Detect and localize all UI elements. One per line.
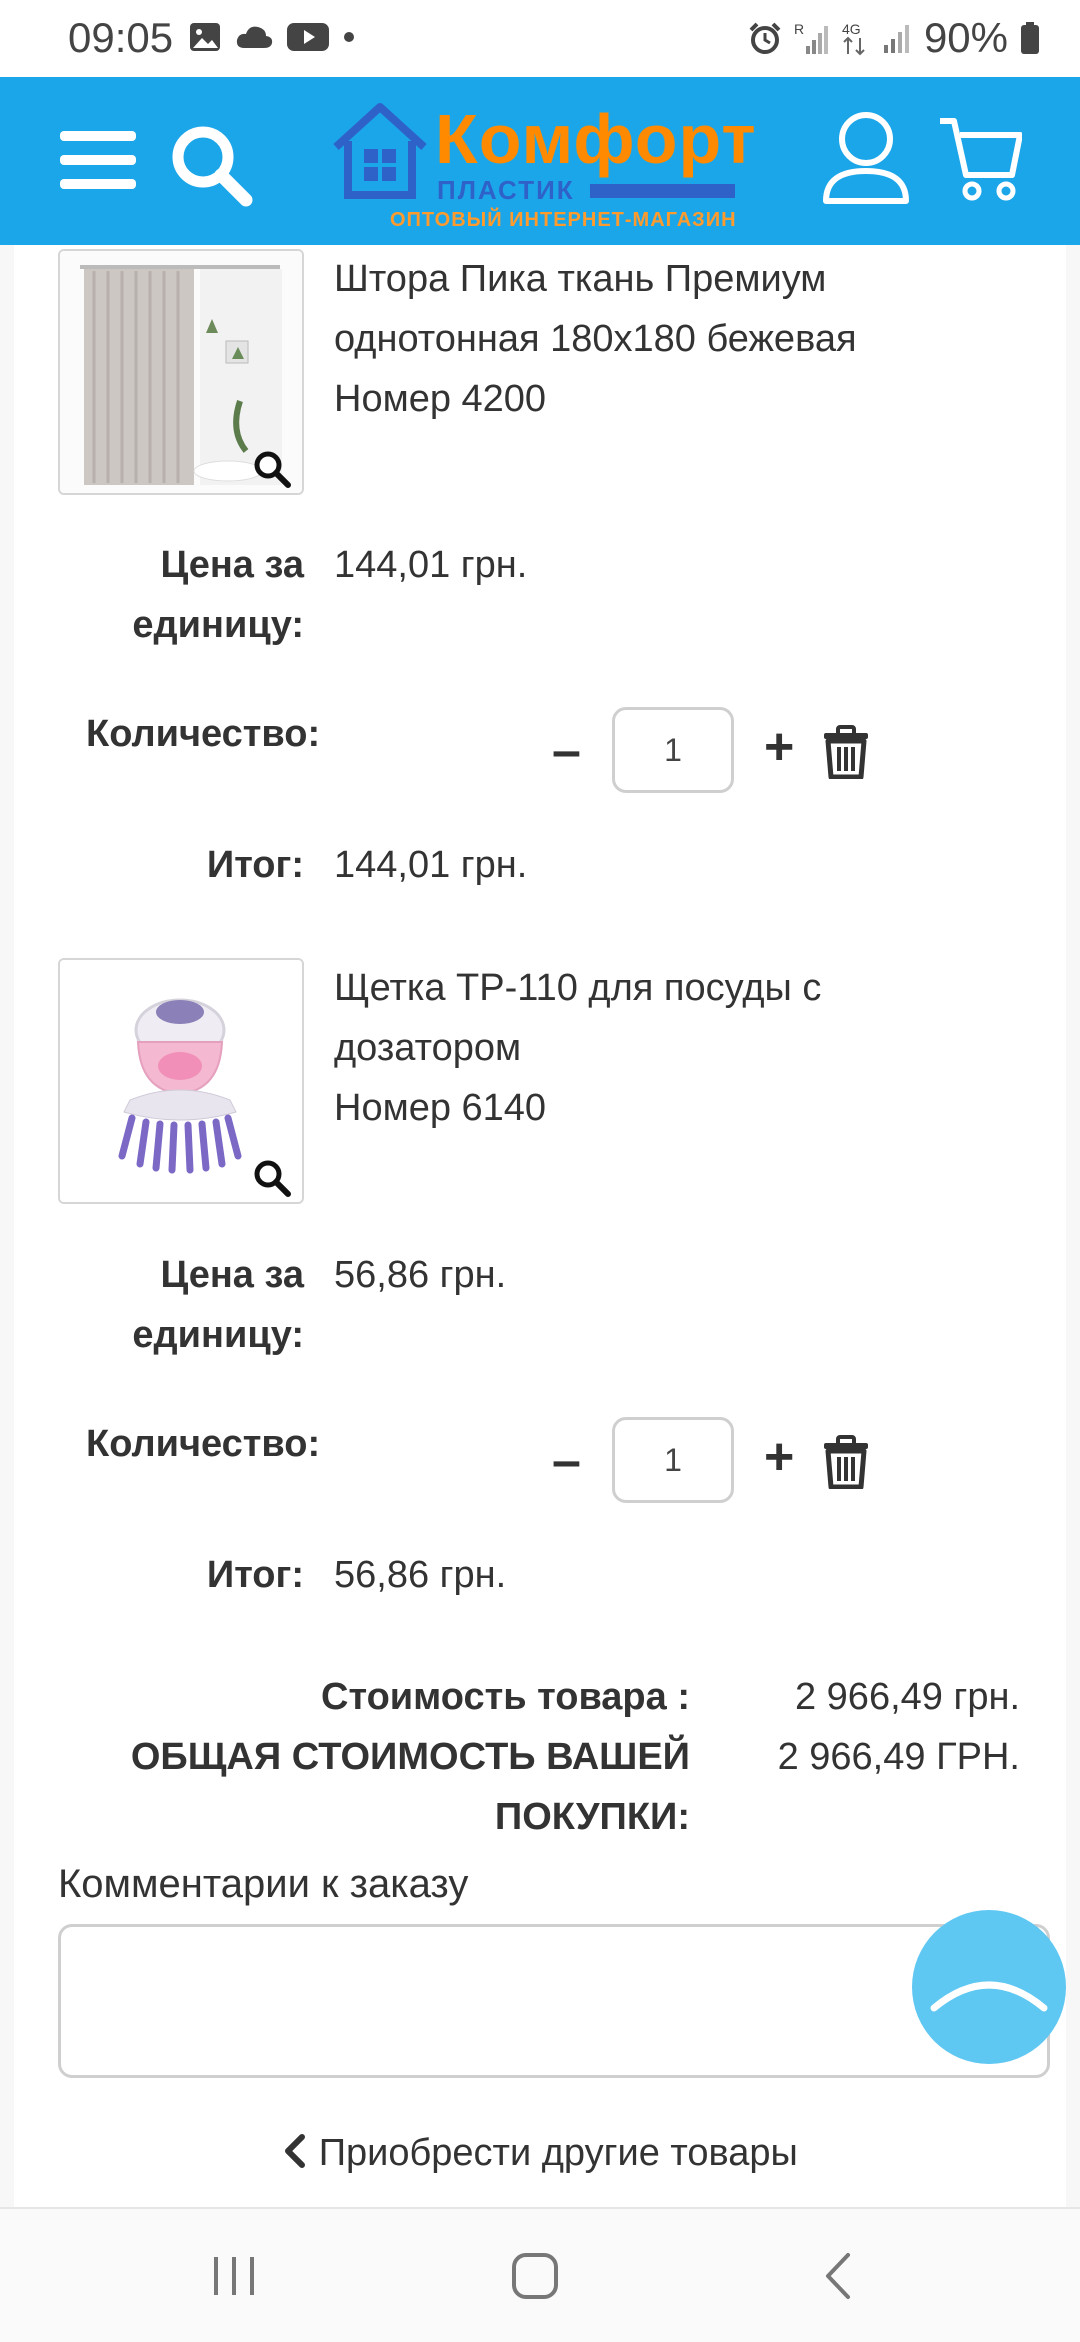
zoom-icon[interactable] xyxy=(252,449,292,489)
increase-quantity-button[interactable]: + xyxy=(764,1427,794,1487)
youtube-icon xyxy=(287,23,329,51)
cloud-icon xyxy=(236,26,273,48)
quantity-input[interactable]: 1 xyxy=(612,1417,734,1503)
quantity-input[interactable]: 1 xyxy=(612,707,734,793)
label-line: Цена за xyxy=(160,544,304,586)
signal-r-icon: R xyxy=(794,21,828,54)
product-number: Номер 6140 xyxy=(334,1087,547,1129)
continue-shopping-label[interactable]: Приобрести другие товары xyxy=(319,2132,798,2174)
svg-text:R: R xyxy=(794,21,804,37)
scroll-top-button[interactable] xyxy=(912,1910,1066,2064)
total-label: Итог: xyxy=(206,1554,304,1596)
grand-total-label: ОБЩАЯ СТОИМОСТЬ ВАШЕЙ ПОКУПКИ: xyxy=(131,1727,690,1847)
quantity-label: Количество: xyxy=(86,713,321,755)
product-title-line[interactable]: однотонная 180х180 бежевая xyxy=(334,309,1034,369)
label-line: единицу: xyxy=(132,1314,304,1356)
site-header: Комфорт ПЛАСТИК ОПТОВЫЙ ИНТЕРНЕТ-МАГАЗИН xyxy=(0,77,1080,245)
label-line: единицу: xyxy=(132,604,304,646)
product-number: Номер 4200 xyxy=(334,378,547,420)
label-line: ПОКУПКИ: xyxy=(494,1796,690,1838)
decrease-quantity-button[interactable]: – xyxy=(552,721,581,781)
unit-price-value: 144,01 грн. xyxy=(334,544,528,586)
increase-quantity-button[interactable]: + xyxy=(764,717,794,777)
home-icon[interactable] xyxy=(510,2251,560,2301)
product-title-line[interactable]: Штора Пика ткань Премиум xyxy=(334,249,1034,309)
label-line: ОБЩАЯ СТОИМОСТЬ ВАШЕЙ xyxy=(130,1736,690,1778)
item-total-value: 144,01 грн. xyxy=(334,844,528,886)
zoom-icon[interactable] xyxy=(252,1158,292,1198)
product-title-line[interactable]: дозатором xyxy=(334,1018,1034,1078)
unit-price-value: 56,86 грн. xyxy=(334,1254,507,1296)
dot-icon xyxy=(344,32,354,42)
user-icon[interactable] xyxy=(820,109,912,207)
product-image[interactable] xyxy=(58,958,304,1204)
battery-percent: 90% xyxy=(923,14,1008,61)
unit-price-label: Цена за единицу: xyxy=(54,1245,304,1365)
status-left-icons xyxy=(188,20,356,54)
comment-label: Комментарии к заказу xyxy=(58,1862,469,1906)
back-icon[interactable] xyxy=(820,2251,856,2301)
goods-cost-label: Стоимость товара : xyxy=(321,1676,690,1718)
product-title[interactable]: Штора Пика ткань Премиум однотонная 180х… xyxy=(334,249,1034,429)
chevron-up-icon xyxy=(930,1981,1048,2012)
status-bar: 09:05 R 4G 90% xyxy=(0,0,1080,77)
cart-content: Штора Пика ткань Премиум однотонная 180х… xyxy=(14,245,1066,2207)
data-4g-icon: 4G xyxy=(842,21,865,56)
product-image[interactable] xyxy=(58,249,304,495)
cart-icon[interactable] xyxy=(938,115,1022,205)
menu-icon[interactable] xyxy=(58,127,138,193)
signal-icon xyxy=(883,25,909,53)
recent-apps-icon[interactable] xyxy=(210,2253,258,2299)
logo-bar xyxy=(590,184,735,198)
decrease-quantity-button[interactable]: – xyxy=(552,1431,581,1491)
photo-icon xyxy=(190,23,220,51)
quantity-label: Количество: xyxy=(86,1423,321,1465)
item-total-value: 56,86 грн. xyxy=(334,1554,507,1596)
label-line: Цена за xyxy=(160,1254,304,1296)
chevron-left-icon xyxy=(285,2134,306,2168)
unit-price-label: Цена за единицу: xyxy=(54,535,304,655)
house-logo-icon xyxy=(333,103,427,199)
svg-text:4G: 4G xyxy=(842,21,861,37)
logo-tagline: ОПТОВЫЙ ИНТЕРНЕТ-МАГАЗИН xyxy=(390,209,737,231)
trash-icon[interactable] xyxy=(822,725,870,779)
total-label: Итог: xyxy=(206,844,304,886)
goods-cost-value: 2 966,49 грн. xyxy=(794,1676,1020,1718)
search-icon[interactable] xyxy=(168,122,254,208)
trash-icon[interactable] xyxy=(822,1435,870,1489)
logo-subtitle: ПЛАСТИК xyxy=(437,175,575,205)
comment-textarea[interactable] xyxy=(58,1924,1050,2078)
product-title[interactable]: Щетка ТР-110 для посуды с дозатором Номе… xyxy=(334,958,1034,1138)
battery-icon xyxy=(1021,22,1039,54)
status-time: 09:05 xyxy=(68,14,174,61)
system-nav-bar xyxy=(0,2207,1080,2342)
continue-shopping-link[interactable]: Приобрести другие товары xyxy=(0,2132,1080,2175)
status-right: R 4G 90% xyxy=(748,14,1040,62)
logo-title: Комфорт xyxy=(435,100,757,178)
grand-total-value: 2 966,49 ГРН. xyxy=(777,1736,1020,1778)
product-title-line[interactable]: Щетка ТР-110 для посуды с xyxy=(334,958,1034,1018)
alarm-icon xyxy=(749,22,781,54)
